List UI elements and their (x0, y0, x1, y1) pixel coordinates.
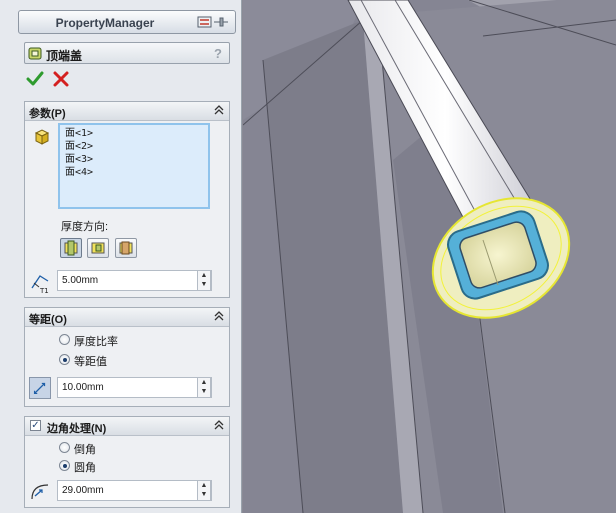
chamfer-label: 倒角 (74, 444, 96, 456)
face-selection-icon (34, 129, 50, 145)
thickness-both-button[interactable] (115, 238, 137, 258)
radio-on-icon[interactable] (59, 460, 70, 471)
collapse-chevron-icon[interactable] (213, 419, 225, 431)
thickness-value: 5.00mm (62, 275, 99, 286)
thickness-ratio-label: 厚度比率 (74, 336, 118, 348)
offset-value-label: 等距值 (74, 356, 107, 368)
spin-down-icon[interactable]: ▼ (198, 280, 210, 289)
parameters-group-title: 参数(P) (29, 108, 66, 120)
feature-header: 顶端盖 ? (24, 42, 230, 64)
cancel-button[interactable] (52, 70, 70, 88)
collapse-chevron-icon[interactable] (213, 310, 225, 322)
spin-up-icon[interactable]: ▲ (198, 271, 210, 280)
thickness-inward-icon (91, 242, 105, 254)
face-selection-list[interactable]: 面<1> 面<2> 面<3> 面<4> (58, 123, 210, 209)
ok-button[interactable] (26, 70, 44, 88)
offset-input[interactable]: 10.00mm (57, 377, 212, 398)
feature-title: 顶端盖 (46, 49, 83, 63)
fillet-radius-icon (31, 484, 49, 500)
thickness-outward-button[interactable] (60, 238, 82, 258)
spin-up-icon[interactable]: ▲ (198, 481, 210, 490)
property-manager-titlebar: PropertyManager (18, 10, 236, 34)
spin-down-icon[interactable]: ▼ (198, 387, 210, 396)
thickness-t1-icon: T1 (31, 275, 49, 294)
corner-treatment-group-title: 边角处理(N) (47, 423, 107, 435)
corner-treatment-checkbox[interactable]: ✓ (30, 420, 41, 431)
end-cap-feature-icon (28, 47, 42, 60)
list-item[interactable]: 面<3> (65, 153, 203, 166)
offset-group: 等距(O) 厚度比率 等距值 10.00mm ▲ ▼ (24, 307, 230, 407)
help-icon[interactable]: ? (214, 46, 222, 61)
thickness-direction-label: 厚度方向: (61, 221, 109, 233)
radio-off-icon[interactable] (59, 334, 70, 345)
fillet-label: 圆角 (74, 462, 96, 474)
corner-treatment-group-header[interactable]: ✓ 边角处理(N) (25, 417, 229, 436)
corner-treatment-group: ✓ 边角处理(N) 倒角 圆角 29.00mm ▲ ▼ (24, 416, 230, 508)
graphics-viewport[interactable] (243, 0, 616, 513)
thickness-outward-icon (64, 240, 78, 256)
pin-icon[interactable] (197, 15, 229, 29)
svg-text:T1: T1 (39, 287, 49, 294)
radio-on-icon[interactable] (59, 354, 70, 365)
offset-group-title: 等距(O) (29, 314, 67, 326)
radio-off-icon[interactable] (59, 442, 70, 453)
list-item[interactable]: 面<2> (65, 140, 203, 153)
radius-spinner[interactable]: ▲ ▼ (197, 480, 211, 501)
offset-spinner[interactable]: ▲ ▼ (197, 377, 211, 398)
list-item[interactable]: 面<4> (65, 166, 203, 179)
spin-up-icon[interactable]: ▲ (198, 378, 210, 387)
list-item[interactable]: 面<1> (65, 127, 203, 140)
thickness-inward-button[interactable] (87, 238, 109, 258)
property-manager-panel: PropertyManager 顶端盖 ? 参数(P) 面<1> 面<2> 面<… (0, 0, 242, 513)
collapse-chevron-icon[interactable] (213, 104, 225, 116)
thickness-spinner[interactable]: ▲ ▼ (197, 270, 211, 291)
thickness-both-icon (119, 241, 133, 255)
thickness-input[interactable]: 5.00mm (57, 270, 212, 291)
offset-distance-icon (29, 377, 51, 399)
parameters-group-header[interactable]: 参数(P) (25, 102, 229, 121)
parameters-group: 参数(P) 面<1> 面<2> 面<3> 面<4> 厚度方向: T1 5.00m… (24, 101, 230, 298)
radius-input[interactable]: 29.00mm (57, 480, 212, 501)
radius-value: 29.00mm (62, 485, 104, 496)
offset-value: 10.00mm (62, 382, 104, 393)
property-manager-title: PropertyManager (55, 16, 155, 30)
offset-group-header[interactable]: 等距(O) (25, 308, 229, 327)
spin-down-icon[interactable]: ▼ (198, 490, 210, 499)
